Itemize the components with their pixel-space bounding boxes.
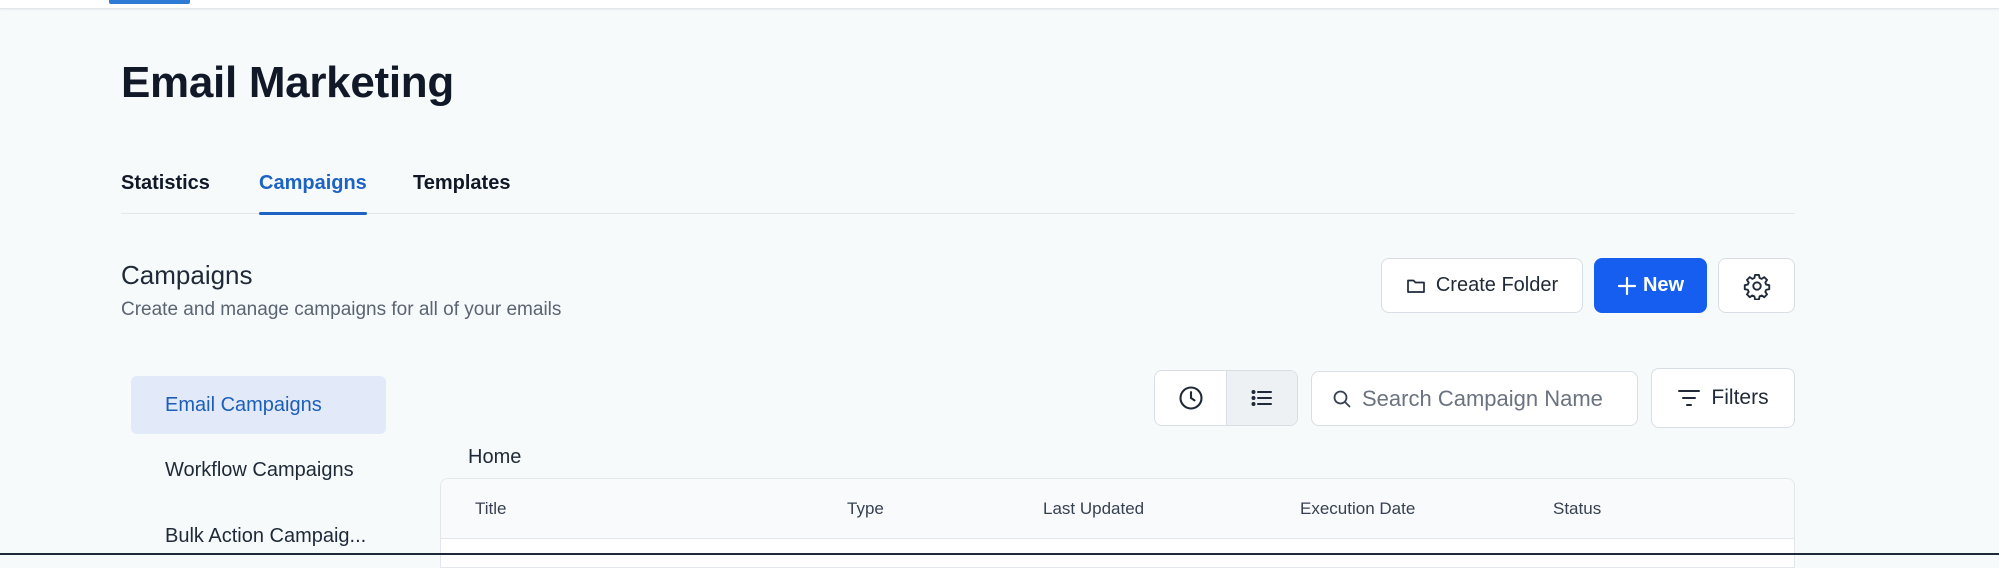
search-field[interactable]: [1311, 371, 1638, 426]
filters-button[interactable]: Filters: [1651, 368, 1795, 428]
new-label: New: [1642, 274, 1685, 296]
tab-bar: Statistics Campaigns Templates: [121, 160, 1795, 215]
section-title: Campaigns: [121, 260, 253, 290]
sidebar-item-bulk-action-campaigns[interactable]: Bulk Action Campaig...: [131, 507, 386, 565]
new-button[interactable]: New: [1594, 258, 1707, 313]
search-icon: [1332, 389, 1352, 409]
gear-icon: [1743, 272, 1771, 300]
list-icon: [1249, 386, 1275, 410]
column-header-status[interactable]: Status: [1553, 499, 1601, 519]
column-header-last-updated[interactable]: Last Updated: [1043, 499, 1144, 519]
breadcrumb[interactable]: Home: [468, 446, 521, 469]
column-header-execution-date[interactable]: Execution Date: [1300, 499, 1415, 519]
create-folder-label: Create Folder: [1435, 274, 1559, 296]
tab-templates[interactable]: Templates: [413, 172, 510, 214]
column-header-type[interactable]: Type: [847, 499, 884, 519]
top-bar: [0, 0, 1999, 9]
list-view-button[interactable]: [1226, 371, 1297, 425]
filters-label: Filters: [1711, 386, 1769, 409]
view-toggle: [1154, 370, 1298, 426]
create-folder-button[interactable]: Create Folder: [1381, 258, 1583, 313]
tab-statistics[interactable]: Statistics: [121, 172, 210, 214]
folder-icon: [1406, 277, 1426, 295]
breadcrumb-home[interactable]: Home: [468, 446, 521, 468]
filter-icon: [1677, 388, 1701, 408]
plus-icon: [1617, 276, 1637, 296]
sidebar-item-workflow-campaigns[interactable]: Workflow Campaigns: [131, 441, 386, 499]
column-header-title[interactable]: Title: [475, 499, 507, 519]
section-subtitle: Create and manage campaigns for all of y…: [121, 299, 562, 320]
page-title: Email Marketing: [121, 58, 454, 107]
top-nav-active-indicator: [109, 0, 190, 4]
sidebar-item-email-campaigns[interactable]: Email Campaigns: [131, 376, 386, 434]
clock-icon: [1177, 384, 1205, 412]
history-view-button[interactable]: [1155, 371, 1226, 425]
search-input[interactable]: [1362, 385, 1602, 412]
tab-campaigns[interactable]: Campaigns: [259, 172, 367, 215]
table-header: Title Type Last Updated Execution Date S…: [441, 479, 1794, 539]
settings-button[interactable]: [1718, 258, 1795, 313]
